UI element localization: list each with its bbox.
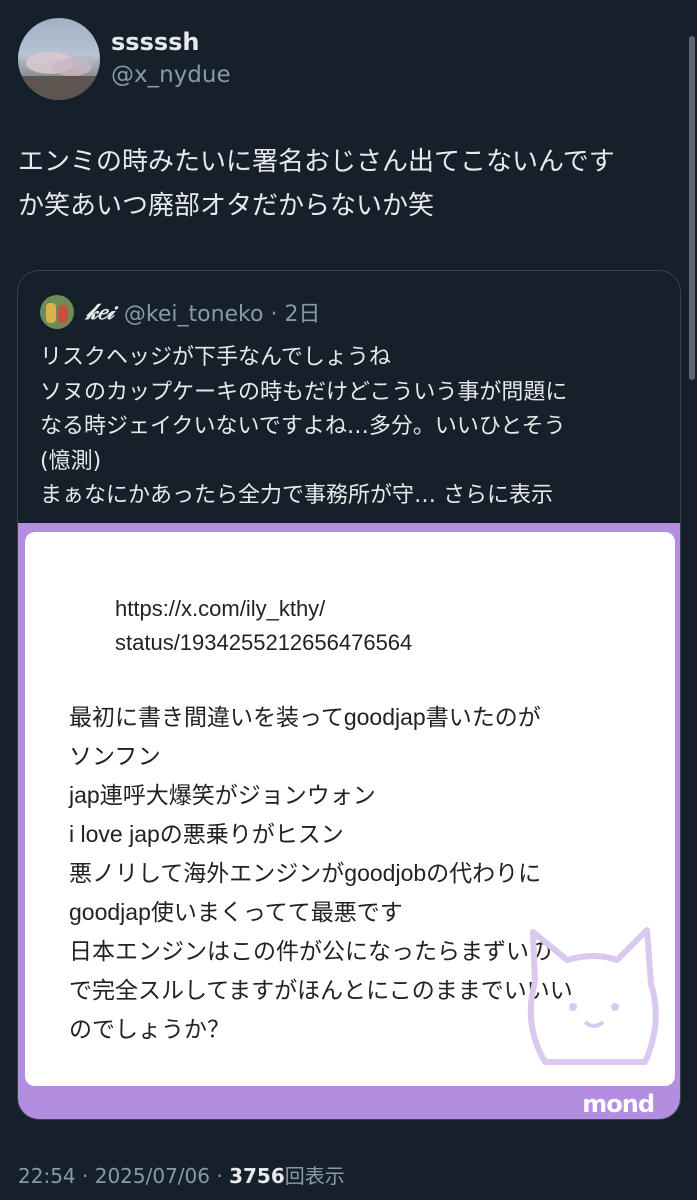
- cat-watermark-icon: [527, 927, 659, 1065]
- tweet-footer: 22:54 · 2025/07/06 · 3756回表示: [18, 1160, 345, 1189]
- quoted-media-image[interactable]: https://x.com/ily_kthy/ status/193425521…: [18, 523, 680, 1119]
- view-count[interactable]: 3756: [229, 1164, 285, 1188]
- tweet-time[interactable]: 22:54: [18, 1164, 76, 1188]
- quoted-tweet-header: 𝓀𝑒𝒾 @kei_toneko · 2日: [40, 295, 320, 329]
- quoted-handle-and-time: @kei_toneko · 2日: [123, 302, 321, 327]
- scrollbar[interactable]: [689, 36, 695, 380]
- show-more-link[interactable]: さらに表示: [443, 483, 553, 508]
- mond-logo: mond: [582, 1090, 655, 1118]
- quoted-tweet-text: リスクヘッジが下手なんでしょうね ソヌのカップケーキの時もだけどこういう事が問題…: [40, 341, 665, 514]
- tweet-date[interactable]: 2025/07/06: [95, 1164, 210, 1188]
- image-text-panel: https://x.com/ily_kthy/ status/193425521…: [25, 532, 675, 1086]
- author-handle[interactable]: @x_nydue: [111, 62, 231, 88]
- view-count-label: 回表示: [284, 1164, 345, 1188]
- quoted-avatar[interactable]: [40, 295, 74, 329]
- tweet-text: エンミの時みたいに署名おじさん出てこないんです か笑あいつ廃部オタだからないか笑: [18, 147, 615, 221]
- footer-separator: ·: [75, 1164, 95, 1188]
- image-url-text: https://x.com/ily_kthy/ status/193425521…: [115, 596, 413, 655]
- quoted-display-name: 𝓀𝑒𝒾: [86, 299, 114, 325]
- avatar[interactable]: [18, 18, 100, 100]
- footer-separator: ·: [210, 1164, 230, 1188]
- tweet-header: sssssh @x_nydue: [18, 18, 658, 102]
- quoted-tweet[interactable]: 𝓀𝑒𝒾 @kei_toneko · 2日 リスクヘッジが下手なんでしょうね ソヌ…: [17, 270, 681, 1120]
- author-display-name[interactable]: sssssh: [111, 28, 200, 56]
